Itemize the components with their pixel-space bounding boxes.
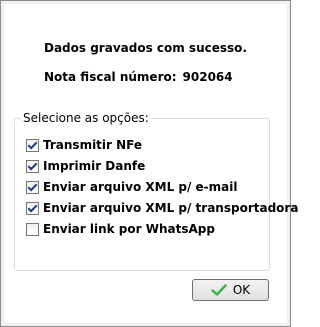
invoice-number: 902064 (182, 70, 233, 84)
check-icon (211, 284, 227, 296)
dialog-content: Dados gravados com sucesso. Nota fiscal … (4, 4, 298, 323)
option-label: Enviar arquivo XML p/ transportadora (43, 201, 299, 215)
invoice-message: Nota fiscal número: 902064 (44, 70, 233, 84)
option-label: Transmitir NFe (43, 138, 143, 152)
option-send-xml-carrier[interactable]: Enviar arquivo XML p/ transportadora (26, 201, 298, 215)
checkbox[interactable] (26, 222, 39, 236)
option-label: Enviar arquivo XML p/ e-mail (43, 180, 238, 194)
options-legend: Selecione as opções: (23, 111, 149, 125)
option-transmit-nfe[interactable]: Transmitir NFe (26, 138, 142, 152)
ok-label: OK (232, 283, 251, 297)
option-label: Enviar link por WhatsApp (43, 222, 215, 236)
ok-button[interactable]: OK (192, 279, 269, 301)
option-send-whatsapp[interactable]: Enviar link por WhatsApp (26, 222, 215, 236)
dialog-window: Dados gravados com sucesso. Nota fiscal … (0, 0, 298, 327)
checkbox[interactable] (26, 180, 39, 194)
option-print-danfe[interactable]: Imprimir Danfe (26, 159, 145, 173)
saved-message: Dados gravados com sucesso. (44, 41, 247, 55)
checkbox[interactable] (26, 138, 39, 152)
option-send-xml-email[interactable]: Enviar arquivo XML p/ e-mail (26, 180, 238, 194)
checkbox[interactable] (26, 159, 39, 173)
option-label: Imprimir Danfe (43, 159, 146, 173)
invoice-label: Nota fiscal número: (44, 70, 177, 84)
checkbox[interactable] (26, 201, 39, 215)
